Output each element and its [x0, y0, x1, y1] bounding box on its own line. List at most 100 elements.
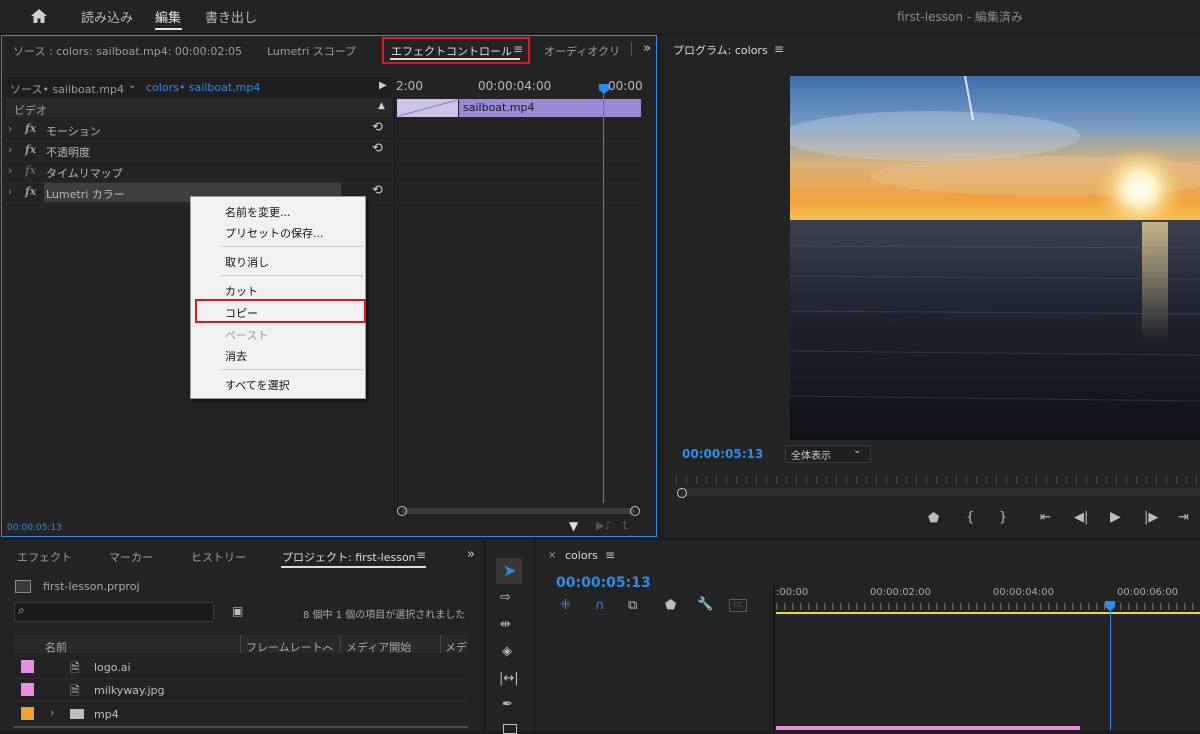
tab-effects[interactable]: エフェクト — [17, 549, 72, 565]
step-back-icon[interactable]: ◀| — [1074, 510, 1088, 525]
menu-item-rename[interactable]: 名前を変更... — [225, 204, 291, 220]
mark-out-icon[interactable]: } — [999, 510, 1007, 525]
reset-icon[interactable]: ⟲ — [372, 141, 383, 156]
tab-source[interactable]: ソース : colors: sailboat.mp4: 00:00:02:05 — [13, 43, 242, 59]
scrub-handle[interactable] — [677, 488, 687, 498]
menu-item-cut[interactable]: カット — [225, 283, 258, 299]
play-triangle-icon[interactable]: ▶ — [379, 80, 387, 91]
label-color-swatch[interactable] — [21, 683, 34, 696]
snap-icon[interactable]: ⁜ — [560, 598, 571, 613]
effect-row-motion[interactable]: › fx モーション ⟲ — [4, 120, 394, 141]
reset-icon[interactable]: ⟲ — [372, 120, 383, 135]
track-select-icon[interactable]: ⇨ — [500, 590, 511, 605]
hamburger-icon[interactable]: ≡ — [605, 548, 615, 562]
nav-edit[interactable]: 編集 — [155, 7, 181, 26]
menu-item-select-all[interactable]: すべてを選択 — [225, 377, 290, 393]
scroll-handle-left[interactable] — [397, 506, 407, 516]
chevron-right-icon[interactable]: › — [50, 706, 54, 719]
captions-icon[interactable]: CC — [729, 599, 747, 612]
hamburger-icon[interactable]: ≡ — [416, 548, 426, 562]
fx-icon: fx — [25, 164, 37, 177]
audio-icon[interactable]: ▶♪ — [596, 519, 611, 532]
file-icon: 🗎 — [70, 661, 80, 675]
tab-sequence[interactable]: colors — [565, 549, 598, 562]
effect-row-opacity[interactable]: › fx 不透明度 ⟲ — [4, 141, 394, 162]
chevron-down-icon[interactable]: ⌄ — [853, 445, 861, 456]
menu-item-copy[interactable]: コピー — [225, 305, 258, 321]
column-media-start[interactable]: メディア開始 — [346, 639, 411, 655]
home-icon[interactable] — [30, 8, 48, 24]
nav-import[interactable]: 読み込み — [81, 7, 133, 26]
column-framerate[interactable]: フレームレート — [246, 639, 323, 655]
timeline-timecode[interactable]: 00:00:05:13 — [556, 575, 651, 591]
fx-icon[interactable]: fx — [25, 143, 36, 156]
export-icon[interactable]: ⮤ — [622, 519, 629, 533]
nav-export[interactable]: 書き出し — [205, 7, 257, 26]
ruler-label: 2:00 — [396, 79, 423, 93]
reset-icon[interactable]: ⟲ — [372, 183, 383, 198]
program-scrub-bar[interactable] — [680, 488, 1200, 496]
sort-up-icon[interactable]: ︿ — [322, 637, 333, 653]
program-timecode[interactable]: 00:00:05:13 — [682, 447, 763, 461]
list-item[interactable]: › mp4 — [14, 702, 468, 728]
slip-icon[interactable]: |↔| — [499, 671, 519, 686]
effect-row-time-remap[interactable]: › fx タイムリマップ — [4, 162, 394, 183]
scroll-handle-right[interactable] — [630, 506, 640, 516]
work-area-bar[interactable] — [776, 612, 1200, 614]
menu-item-clear[interactable]: 消去 — [225, 348, 247, 364]
close-icon[interactable]: × — [548, 550, 556, 561]
timeline-clip[interactable] — [776, 726, 1080, 730]
hamburger-icon[interactable]: ≡ — [513, 42, 523, 56]
tab-history[interactable]: ヒストリー — [191, 549, 246, 565]
chevron-right-icon[interactable]: › — [8, 122, 12, 135]
pen-icon[interactable]: ✒ — [502, 697, 513, 712]
clip-transition-block — [397, 99, 458, 117]
program-video-frame[interactable] — [790, 76, 1200, 440]
add-marker-icon[interactable]: ⬟ — [665, 598, 676, 613]
source-clip-label[interactable]: ソース• sailboat.mp4 — [10, 81, 124, 97]
overflow-chevron-icon[interactable]: » — [643, 41, 651, 56]
chevron-right-icon[interactable]: › — [8, 185, 12, 198]
chevron-right-icon[interactable]: › — [8, 164, 12, 177]
rectangle-icon[interactable] — [503, 724, 517, 734]
linked-selection-icon[interactable]: ⧉ — [628, 598, 637, 613]
razor-icon[interactable]: ◈ — [502, 644, 512, 659]
search-input[interactable] — [14, 602, 214, 622]
zoom-scrollbar[interactable] — [402, 508, 635, 514]
magnet-icon[interactable]: ∩ — [595, 598, 605, 613]
tab-effect-controls[interactable]: エフェクトコントロール — [391, 43, 512, 59]
play-icon[interactable]: ▶ — [1110, 509, 1121, 525]
timeline-playhead-line — [1110, 610, 1111, 730]
filter-icon[interactable]: ▼ — [569, 519, 578, 533]
go-to-out-icon[interactable]: ⇥ — [1178, 510, 1189, 525]
fx-icon[interactable]: fx — [25, 185, 36, 198]
column-name[interactable]: 名前 — [45, 639, 67, 655]
column-media[interactable]: メデ — [445, 639, 467, 655]
fx-icon[interactable]: fx — [25, 122, 36, 135]
ripple-edit-icon[interactable]: ⇹ — [500, 617, 511, 632]
list-item[interactable]: 🗎 logo.ai — [14, 656, 468, 679]
overflow-chevron-icon[interactable]: » — [467, 547, 475, 562]
tab-markers[interactable]: マーカー — [109, 549, 153, 565]
track-line — [396, 161, 641, 162]
add-marker-icon[interactable]: ⬟ — [928, 511, 939, 526]
new-bin-icon[interactable]: ▣ — [232, 604, 243, 618]
list-item[interactable]: 🗎 milkyway.jpg — [14, 679, 468, 702]
menu-item-undo[interactable]: 取り消し — [225, 254, 269, 270]
label-color-swatch[interactable] — [21, 660, 34, 673]
collapse-up-icon[interactable]: ▲ — [378, 101, 385, 111]
menu-item-save-preset[interactable]: プリセットの保存... — [225, 225, 324, 241]
go-to-in-icon[interactable]: ⇤ — [1040, 510, 1051, 525]
sequence-clip-label[interactable]: colors• sailboat.mp4 — [146, 81, 260, 94]
selection-arrow-icon[interactable]: ➤ — [503, 561, 516, 580]
mark-in-icon[interactable]: { — [966, 510, 974, 525]
tab-project[interactable]: プロジェクト: first-lesson — [282, 549, 416, 565]
tab-lumetri-scopes[interactable]: Lumetri スコープ — [267, 43, 356, 59]
chevron-right-icon[interactable]: › — [8, 143, 12, 156]
step-forward-icon[interactable]: |▶ — [1144, 510, 1158, 525]
chevron-down-icon[interactable]: ⌄ — [128, 80, 136, 91]
tab-audio-clip-mixer[interactable]: オーディオクリ — [544, 43, 618, 59]
label-color-swatch[interactable] — [21, 707, 34, 720]
hamburger-icon[interactable]: ≡ — [774, 42, 784, 56]
wrench-icon[interactable]: 🔧 — [697, 597, 713, 612]
